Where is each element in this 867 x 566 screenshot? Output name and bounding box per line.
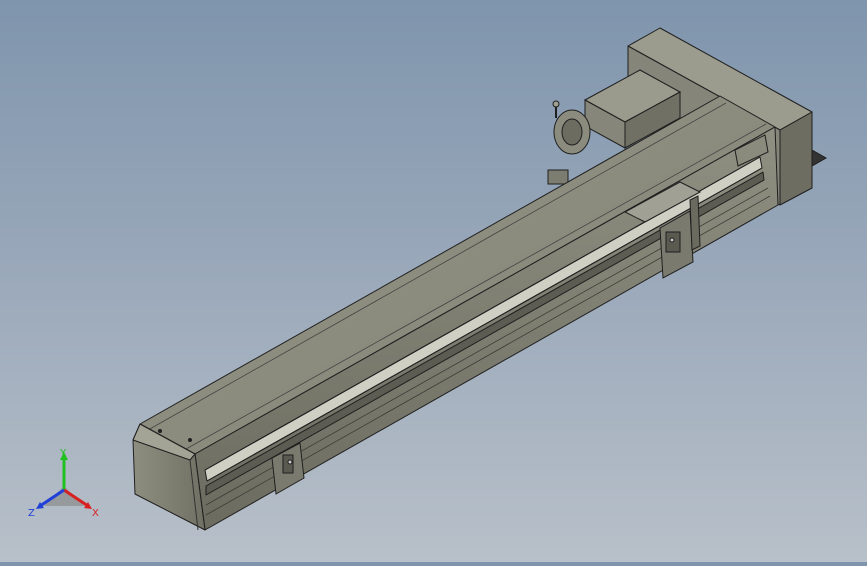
model-view[interactable] — [0, 0, 867, 562]
z-axis-label: Z — [28, 508, 35, 519]
graphics-viewport[interactable]: Y X Z — [0, 0, 867, 562]
orientation-triad[interactable]: Y X Z — [24, 446, 104, 526]
x-axis-label: X — [92, 508, 99, 519]
linear-actuator-body — [132, 95, 779, 531]
y-axis-label: Y — [59, 448, 67, 459]
